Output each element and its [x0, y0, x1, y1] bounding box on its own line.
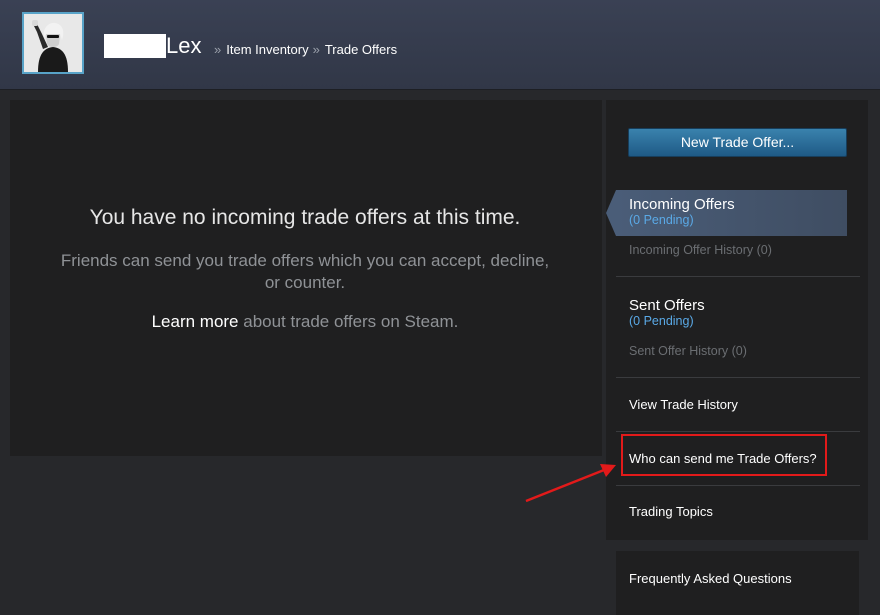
view-trade-history-link[interactable]: View Trade History — [629, 397, 738, 413]
profile-name[interactable]: Lex — [166, 33, 201, 59]
sent-pending-count[interactable]: (0 Pending) — [629, 314, 694, 329]
learn-more-link[interactable]: Learn more — [152, 312, 239, 331]
active-indicator-arrow — [606, 190, 616, 236]
learn-more-line: Learn more about trade offers on Steam. — [0, 311, 610, 333]
trading-topics-link[interactable]: Trading Topics — [629, 504, 713, 520]
incoming-offer-history-link[interactable]: Incoming Offer History (0) — [629, 243, 772, 258]
breadcrumb: » Item Inventory » Trade Offers — [210, 42, 397, 58]
redacted-name-block — [104, 34, 166, 58]
annotation-highlight-box — [621, 434, 827, 476]
sent-offer-history-link[interactable]: Sent Offer History (0) — [629, 344, 747, 359]
divider — [616, 485, 860, 486]
breadcrumb-trade-offers[interactable]: Trade Offers — [325, 42, 397, 57]
incoming-offers-title[interactable]: Incoming Offers — [629, 196, 735, 214]
sent-offers-title[interactable]: Sent Offers — [629, 297, 705, 315]
annotation-arrow-icon — [525, 464, 616, 503]
avatar[interactable] — [22, 12, 84, 74]
new-trade-offer-button[interactable]: New Trade Offer... — [628, 128, 847, 157]
divider — [616, 431, 860, 432]
empty-state-title: You have no incoming trade offers at thi… — [89, 206, 521, 229]
incoming-pending-count[interactable]: (0 Pending) — [629, 213, 694, 228]
breadcrumb-separator: » — [312, 42, 320, 57]
empty-state-subtitle: Friends can send you trade offers which … — [60, 251, 550, 292]
page-header: Lex » Item Inventory » Trade Offers — [0, 0, 880, 90]
breadcrumb-item-inventory[interactable]: Item Inventory — [226, 42, 308, 57]
divider — [616, 377, 860, 378]
divider — [616, 276, 860, 277]
breadcrumb-separator: » — [214, 42, 222, 57]
learn-more-text: about trade offers on Steam. — [238, 312, 459, 331]
avatar-image — [24, 14, 82, 72]
faq-link[interactable]: Frequently Asked Questions — [629, 571, 792, 587]
